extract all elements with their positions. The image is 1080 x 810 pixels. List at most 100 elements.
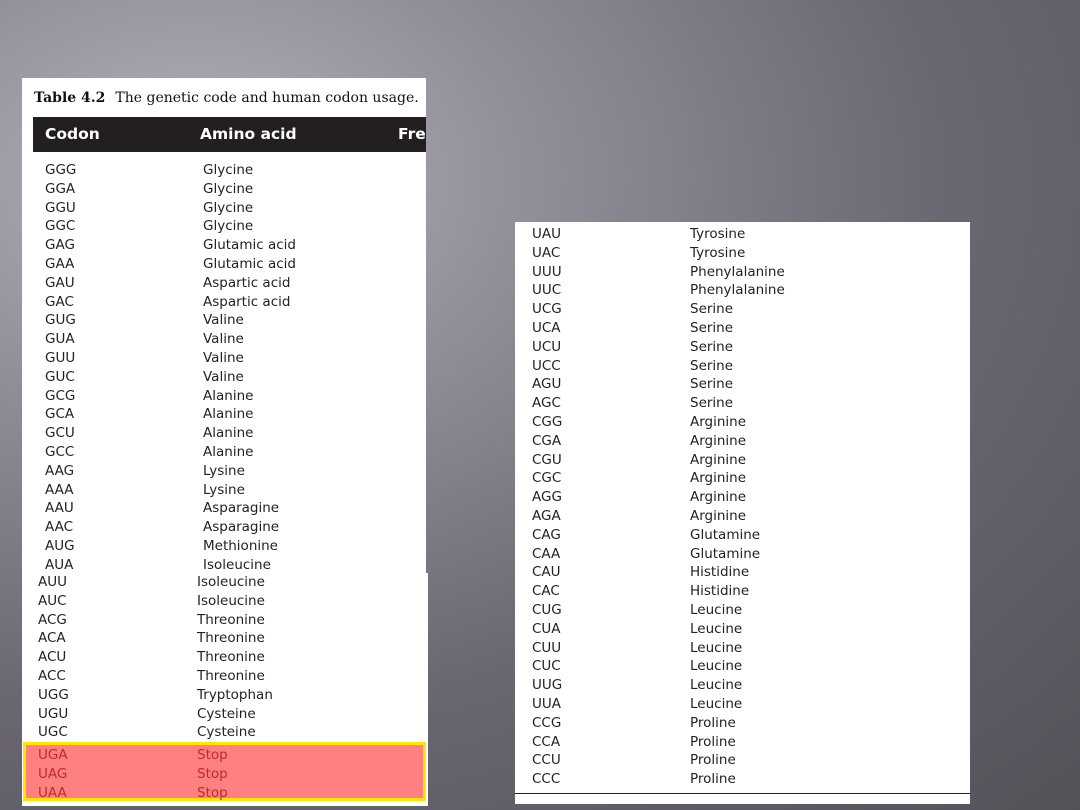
- table-row: UCG Serine: [515, 300, 970, 319]
- codon-cell: CCA: [532, 733, 561, 750]
- table-row: UAA Stop: [22, 784, 428, 803]
- table-row: AGG Arginine: [515, 488, 970, 507]
- codon-cell: ACA: [38, 630, 66, 647]
- table-row: CCA Proline: [515, 733, 970, 752]
- amino-acid-cell: Glycine: [203, 180, 254, 197]
- table-row: CAG Glutamine: [515, 526, 970, 545]
- table-row: GUU Valine: [22, 349, 426, 368]
- amino-acid-cell: Serine: [690, 301, 734, 318]
- table-row: UCC Serine: [515, 357, 970, 376]
- codon-cell: CUC: [532, 658, 561, 675]
- table-caption-text: The genetic code and human codon usage.: [115, 90, 419, 106]
- amino-acid-cell: Aspartic acid: [203, 293, 291, 310]
- amino-acid-cell: Leucine: [690, 695, 743, 712]
- codon-cell: AUG: [45, 537, 75, 554]
- codon-cell: GCC: [45, 443, 75, 460]
- table-row: ACC Threonine: [22, 667, 428, 686]
- table-row: UUA Leucine: [515, 695, 970, 714]
- table-row: GUG Valine: [22, 311, 426, 330]
- amino-acid-cell: Glutamine: [690, 545, 761, 562]
- table-row: UUC Phenylalanine: [515, 281, 970, 300]
- table-row: AAC Asparagine: [22, 518, 426, 537]
- table-fragment-right: UAU Tyrosine UAC Tyrosine UUU Phenylalanine UU…: [515, 222, 970, 804]
- amino-acid-cell: Alanine: [203, 387, 254, 404]
- amino-acid-cell: Isoleucine: [203, 556, 271, 573]
- table-fragment-top-left: Table 4.2 The genetic code and human codo…: [22, 78, 426, 573]
- amino-acid-cell: Glycine: [203, 199, 254, 216]
- amino-acid-cell: Proline: [690, 771, 736, 788]
- amino-acid-cell: Arginine: [690, 432, 747, 449]
- table-fragment-bottom-left: AUU Isoleucine AUC Isoleucine ACG Threonine AC…: [22, 573, 428, 806]
- table-row: UGC Cysteine: [22, 723, 428, 742]
- amino-acid-cell: Aspartic acid: [203, 274, 291, 291]
- codon-cell: UGU: [38, 705, 69, 722]
- amino-acid-cell: Valine: [203, 349, 244, 366]
- amino-acid-cell: Arginine: [690, 507, 747, 524]
- table-row: CCG Proline: [515, 714, 970, 733]
- table-row: GCC Alanine: [22, 443, 426, 462]
- codon-cell: GCA: [45, 406, 75, 423]
- amino-acid-cell: Histidine: [690, 564, 750, 581]
- codon-cell: AAG: [45, 462, 75, 479]
- table-row: UCU Serine: [515, 338, 970, 357]
- codon-cell: UCU: [532, 338, 562, 355]
- table-row: UAU Tyrosine: [515, 225, 970, 244]
- codon-cell: CGG: [532, 413, 563, 430]
- amino-acid-cell: Stop: [197, 784, 228, 801]
- table-row: CGC Arginine: [515, 469, 970, 488]
- codon-cell: AGU: [532, 376, 562, 393]
- table-row: UAG Stop: [22, 765, 428, 784]
- amino-acid-cell: Leucine: [690, 677, 743, 694]
- amino-acid-cell: Glycine: [203, 162, 254, 178]
- codon-cell: UAU: [532, 226, 561, 242]
- codon-cell: GAC: [45, 293, 74, 310]
- codon-cell: CAC: [532, 583, 560, 600]
- codon-cell: GAA: [45, 255, 75, 272]
- amino-acid-cell: Stop: [197, 747, 228, 763]
- codon-cell: ACU: [38, 649, 67, 666]
- amino-acid-cell: Valine: [203, 331, 244, 348]
- codon-cell: GUG: [45, 312, 76, 329]
- codon-cell: AAC: [45, 519, 74, 536]
- amino-acid-cell: Threonine: [197, 630, 265, 647]
- codon-cell: UAA: [38, 784, 67, 801]
- table-caption-label: Table 4.2: [34, 90, 106, 106]
- table-row: CUC Leucine: [515, 657, 970, 676]
- table-row: AGA Arginine: [515, 507, 970, 526]
- table-row: GCG Alanine: [22, 387, 426, 406]
- amino-acid-cell: Arginine: [690, 413, 747, 430]
- codon-rows-bottom-left: AUU Isoleucine AUC Isoleucine ACG Threonine AC…: [22, 573, 428, 742]
- amino-acid-cell: Leucine: [690, 658, 743, 675]
- codon-rows-top-left: GGG Glycine GGA Glycine GGU Glycine GGC Glycine…: [22, 161, 426, 573]
- amino-acid-cell: Leucine: [690, 601, 743, 618]
- table-row: ACU Threonine: [22, 648, 428, 667]
- table-row: CGU Arginine: [515, 451, 970, 470]
- codon-cell: UAC: [532, 244, 561, 261]
- codon-cell: UUC: [532, 282, 562, 299]
- table-row: GUA Valine: [22, 330, 426, 349]
- codon-cell: UUU: [532, 263, 562, 280]
- codon-cell: CGU: [532, 451, 562, 468]
- codon-cell: GUU: [45, 349, 76, 366]
- amino-acid-cell: Serine: [690, 376, 734, 393]
- amino-acid-cell: Threonine: [197, 667, 265, 684]
- codon-cell: CAA: [532, 545, 561, 562]
- amino-acid-cell: Arginine: [690, 451, 747, 468]
- amino-acid-cell: Serine: [690, 319, 734, 336]
- table-row: CUG Leucine: [515, 601, 970, 620]
- amino-acid-cell: Glutamic acid: [203, 255, 296, 272]
- amino-acid-cell: Serine: [690, 357, 734, 374]
- header-codon: Codon: [45, 125, 100, 143]
- amino-acid-cell: Proline: [690, 733, 736, 750]
- table-row: GAC Aspartic acid: [22, 293, 426, 312]
- amino-acid-cell: Leucine: [690, 620, 743, 637]
- table-row: CCC Proline: [515, 770, 970, 789]
- amino-acid-cell: Methionine: [203, 537, 278, 554]
- table-row: AGU Serine: [515, 375, 970, 394]
- amino-acid-cell: Tyrosine: [690, 226, 746, 242]
- amino-acid-cell: Histidine: [690, 583, 750, 600]
- amino-acid-cell: Phenylalanine: [690, 282, 785, 299]
- table-row: GUC Valine: [22, 368, 426, 387]
- table-row: CGA Arginine: [515, 432, 970, 451]
- amino-acid-cell: Cysteine: [197, 724, 256, 741]
